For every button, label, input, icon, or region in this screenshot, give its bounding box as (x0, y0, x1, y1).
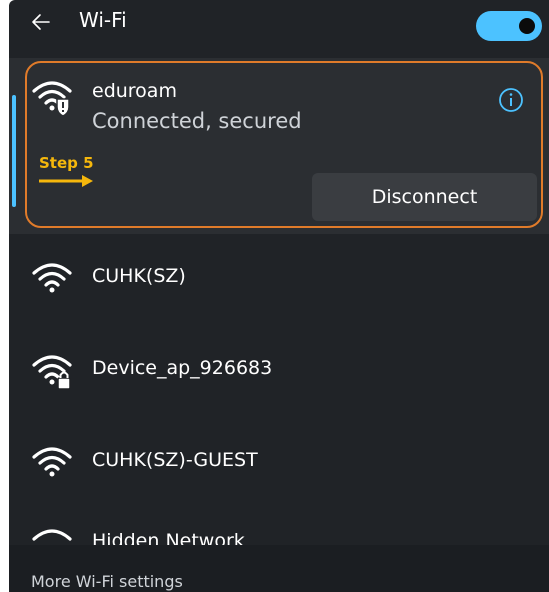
wifi-icon (32, 447, 72, 477)
step-highlight-box (25, 61, 543, 228)
network-item[interactable]: CUHK(SZ) (9, 245, 549, 305)
wifi-lock-icon (32, 355, 72, 390)
network-item[interactable]: CUHK(SZ)-GUEST (9, 429, 549, 489)
selection-indicator (12, 95, 16, 207)
back-arrow-icon[interactable] (29, 10, 53, 34)
toggle-knob (519, 18, 535, 34)
wifi-icon (32, 263, 72, 293)
network-name: CUHK(SZ) (92, 265, 186, 287)
network-name: CUHK(SZ)-GUEST (92, 449, 258, 471)
wifi-flyout-panel: Wi-Fi eduroam Connected, secured Disconn… (9, 0, 549, 592)
page-title: Wi-Fi (79, 8, 127, 32)
network-item[interactable]: Device_ap_926683 (9, 337, 549, 397)
wifi-toggle[interactable] (476, 11, 542, 41)
more-wifi-settings-link[interactable]: More Wi-Fi settings (31, 572, 183, 591)
wifi-header: Wi-Fi (9, 0, 549, 50)
network-name: Device_ap_926683 (92, 357, 273, 379)
